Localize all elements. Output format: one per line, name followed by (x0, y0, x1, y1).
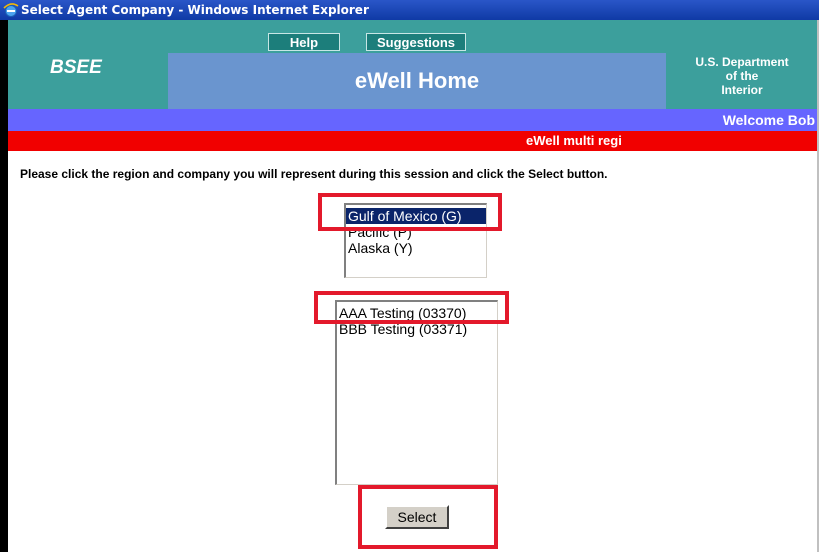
region-highlight-box (318, 193, 502, 231)
instruction-text: Please click the region and company you … (20, 167, 608, 181)
department-line-1: U.S. Department (695, 55, 789, 69)
bsee-logo: BSEE (50, 57, 102, 78)
page-title: eWell Home (168, 53, 666, 109)
region-option-alaska[interactable]: Alaska (Y) (346, 240, 486, 256)
window-frame-left (0, 20, 8, 552)
ie-icon (3, 3, 19, 17)
company-highlight-box (314, 291, 509, 324)
banner-bar: eWell multi regi (8, 131, 817, 151)
company-listbox[interactable]: AAA Testing (03370) BBB Testing (03371) (335, 300, 498, 485)
welcome-text: Welcome Bob (722, 112, 815, 128)
department-label: U.S. Department of the Interior (672, 55, 812, 97)
suggestions-link[interactable]: Suggestions (366, 33, 466, 51)
welcome-bar: Welcome Bob (8, 109, 817, 131)
department-line-2: of the (725, 69, 759, 83)
banner-text: eWell multi regi (526, 133, 622, 148)
department-line-3: Interior (721, 83, 763, 97)
help-link[interactable]: Help (268, 33, 340, 51)
select-highlight-box (358, 485, 498, 549)
window-title: Select Agent Company - Windows Internet … (21, 3, 369, 17)
window-titlebar[interactable]: Select Agent Company - Windows Internet … (0, 0, 819, 20)
